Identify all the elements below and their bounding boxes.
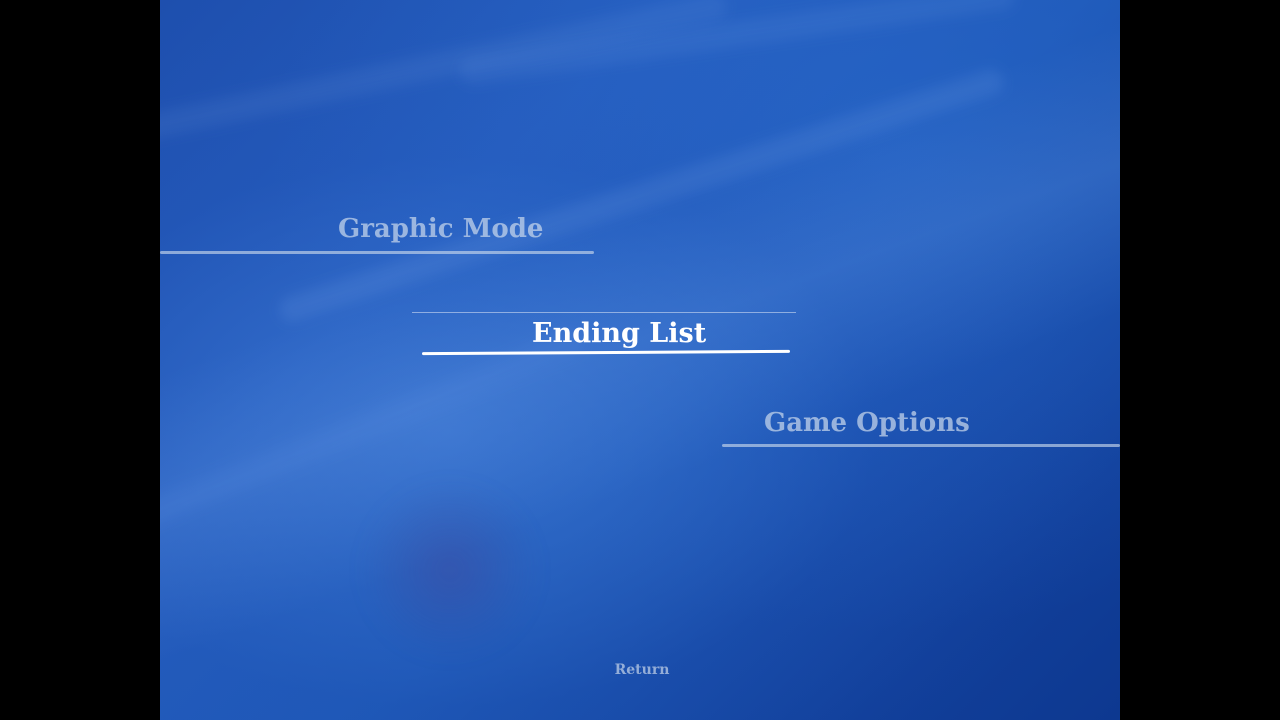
menu-item-ending-list[interactable]: Ending List (410, 310, 800, 362)
selection-highlight-line (412, 312, 796, 313)
menu-item-label: Game Options (764, 408, 970, 438)
menu-item-label: Graphic Mode (338, 214, 544, 244)
background-streak (275, 65, 1007, 326)
return-button[interactable]: Return (600, 662, 684, 684)
letterbox-right (1120, 0, 1280, 720)
menu-item-label: Ending List (532, 318, 707, 349)
menu-item-underline (160, 251, 594, 254)
background-blur-shape (360, 480, 540, 660)
background-streak (160, 0, 730, 146)
menu-item-graphic-mode[interactable]: Graphic Mode (160, 214, 600, 258)
menu-item-game-options[interactable]: Game Options (720, 408, 1120, 452)
letterbox-left (0, 0, 160, 720)
menu-item-underline (722, 444, 1120, 447)
menu-item-underline (421, 349, 791, 356)
menu-screen: Graphic Mode Ending List Game Options Re… (160, 0, 1120, 720)
